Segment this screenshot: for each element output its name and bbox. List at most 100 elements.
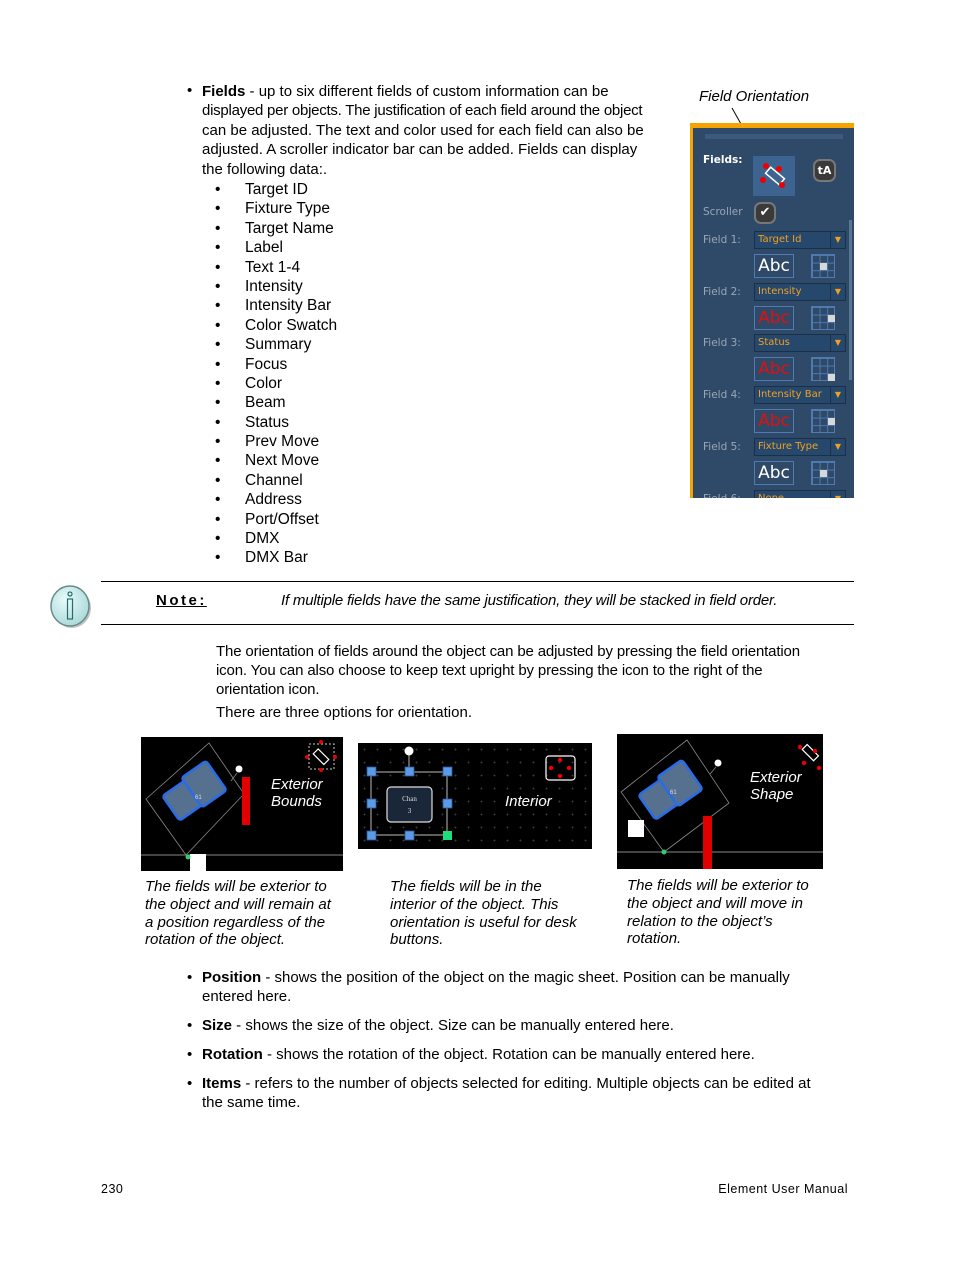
field-data-type-item: • Color Swatch [215, 316, 338, 334]
caption-interior: The fields will be in the interior of th… [390, 878, 577, 949]
caption-exterior-bounds: The fields will be exterior to the objec… [145, 878, 331, 949]
field-data-type-item: • Status [215, 413, 289, 431]
field-data-type-item: • Intensity Bar [215, 297, 332, 315]
field-orientation-button[interactable] [753, 156, 795, 196]
field-3-label: Field 3: [703, 337, 741, 350]
fields-settings-panel: Fields: tA Scroller ✔ Field 1: Target Id ▼… [690, 123, 854, 498]
figure-label: Exterior Shape [750, 769, 802, 803]
field-3-dropdown[interactable]: Status ▼ [754, 334, 846, 353]
field-data-type-item: • Next Move [215, 452, 320, 470]
panel-scrollbar[interactable] [849, 220, 852, 380]
field-5-label: Field 5: [703, 440, 741, 453]
checkmark-icon: ✔ [759, 205, 771, 220]
intensity-bar [703, 816, 712, 869]
field-data-type-item: • Intensity [215, 277, 303, 295]
bullet: • [187, 82, 193, 99]
figure-label: Interior [505, 793, 552, 810]
field-data-type-item: • DMX Bar [215, 549, 308, 567]
field-5-justification-grid[interactable] [811, 460, 835, 485]
field-5-text-color-button[interactable]: Abc [754, 460, 794, 485]
bullet: • [215, 510, 221, 528]
chevron-down-icon: ▼ [830, 438, 845, 455]
field-4-text-color-button[interactable]: Abc [754, 409, 794, 434]
bullet: • [215, 181, 221, 198]
field-4-justification-grid[interactable] [811, 409, 835, 434]
bullet: • [215, 491, 221, 509]
field-3-text-color-button[interactable]: Abc [754, 357, 794, 382]
orientation-icon [760, 163, 786, 188]
keep-text-upright-button[interactable]: tA [813, 159, 836, 182]
field-1-justification-grid[interactable] [811, 254, 835, 278]
figure-interior: Chan 3 Interior [358, 743, 592, 849]
note-text: If multiple fields have the same justifi… [281, 592, 778, 609]
field-3-justification-grid[interactable] [811, 357, 835, 382]
bullet: • [215, 413, 221, 431]
fields-description: Fields - up to six different fields of c… [202, 83, 644, 178]
field-6-dropdown[interactable]: None ▼ [754, 489, 846, 498]
field-data-type-item: • Focus [215, 355, 288, 373]
field-data-type-item: • Prev Move [215, 433, 320, 451]
figure-exterior-shape: 61 Exterior Shape [617, 734, 823, 869]
bullet: • [215, 452, 221, 470]
chevron-down-icon: ▼ [830, 387, 845, 404]
field-data-type-item: • Beam [215, 394, 286, 412]
fields-label: Fields: [703, 154, 743, 166]
field-data-type-item: • Text 1-4 [215, 258, 301, 276]
field-data-type-item: • Summary [215, 336, 312, 354]
justification-selected-cell [827, 374, 835, 382]
orientation-paragraph: The orientation of fields around the obj… [216, 643, 800, 698]
bullet: • [215, 277, 221, 295]
field-data-type-item: • Address [215, 491, 302, 509]
panel-top-bar [705, 134, 843, 139]
info-icon [50, 585, 91, 628]
interior-illustration: Chan 3 [366, 746, 576, 841]
bullet: • [215, 530, 221, 548]
manual-title: Element User Manual [718, 1182, 848, 1196]
field-1-label: Field 1: [703, 234, 741, 246]
field-4-dropdown[interactable]: Intensity Bar ▼ [754, 386, 846, 405]
svg-text:Chan: Chan [402, 795, 417, 803]
field-data-type-item: • Target Name [215, 219, 334, 237]
chevron-down-icon: ▼ [830, 283, 845, 300]
field-5-dropdown[interactable]: Fixture Type ▼ [754, 437, 846, 456]
field-2-dropdown[interactable]: Intensity ▼ [754, 282, 846, 301]
field-data-type-item: • Target ID [215, 181, 308, 198]
bullet: • [215, 433, 221, 451]
field-data-type-item: • Label [215, 239, 283, 257]
field-data-type-item: • Port/Offset [215, 510, 319, 528]
bullet: • [215, 394, 221, 412]
bullet: • [215, 471, 221, 489]
scroller-label: Scroller [703, 206, 743, 218]
bullet: • [215, 200, 221, 218]
figure-exterior-bounds: 61 Exterior Bounds [141, 737, 343, 871]
field-2-label: Field 2: [703, 285, 741, 298]
scroller-checkbox[interactable]: ✔ [754, 202, 776, 224]
field-2-text-color-button[interactable]: Abc [754, 305, 794, 330]
field-6-label: Field 6: [703, 493, 741, 499]
chevron-down-icon: ▼ [830, 335, 845, 352]
justification-selected-cell [820, 469, 828, 477]
field-data-type-item: • Fixture Type [215, 200, 331, 218]
caption-exterior-shape: The fields will be exterior to the objec… [627, 877, 809, 948]
bullet: • [215, 374, 221, 392]
field-1-dropdown[interactable]: Target Id ▼ [754, 231, 846, 249]
field-4-label: Field 4: [703, 389, 741, 402]
svg-text:3: 3 [408, 807, 412, 815]
bullet: • [215, 549, 221, 567]
chevron-down-icon: ▼ [830, 232, 845, 248]
note-top-rule [101, 581, 854, 582]
bullet: • [215, 219, 221, 237]
note-bottom-rule [101, 624, 854, 625]
object-label: 61 [670, 790, 677, 796]
bullet: • [215, 258, 221, 276]
page-number: 230 [101, 1182, 124, 1196]
field-2-justification-grid[interactable] [811, 305, 835, 330]
fields-term: Fields [202, 83, 246, 100]
field-data-type-item: • DMX [215, 530, 280, 548]
note-label: Note: [156, 592, 207, 609]
field-orientation-callout: Field Orientation [699, 88, 810, 105]
bullet: • [215, 297, 221, 315]
field-data-type-item: • Channel [215, 471, 303, 489]
field-data-types-list: • Target ID • Fixture Type • Target Name • Labe… [215, 180, 337, 568]
field-1-text-color-button[interactable]: Abc [754, 254, 794, 278]
